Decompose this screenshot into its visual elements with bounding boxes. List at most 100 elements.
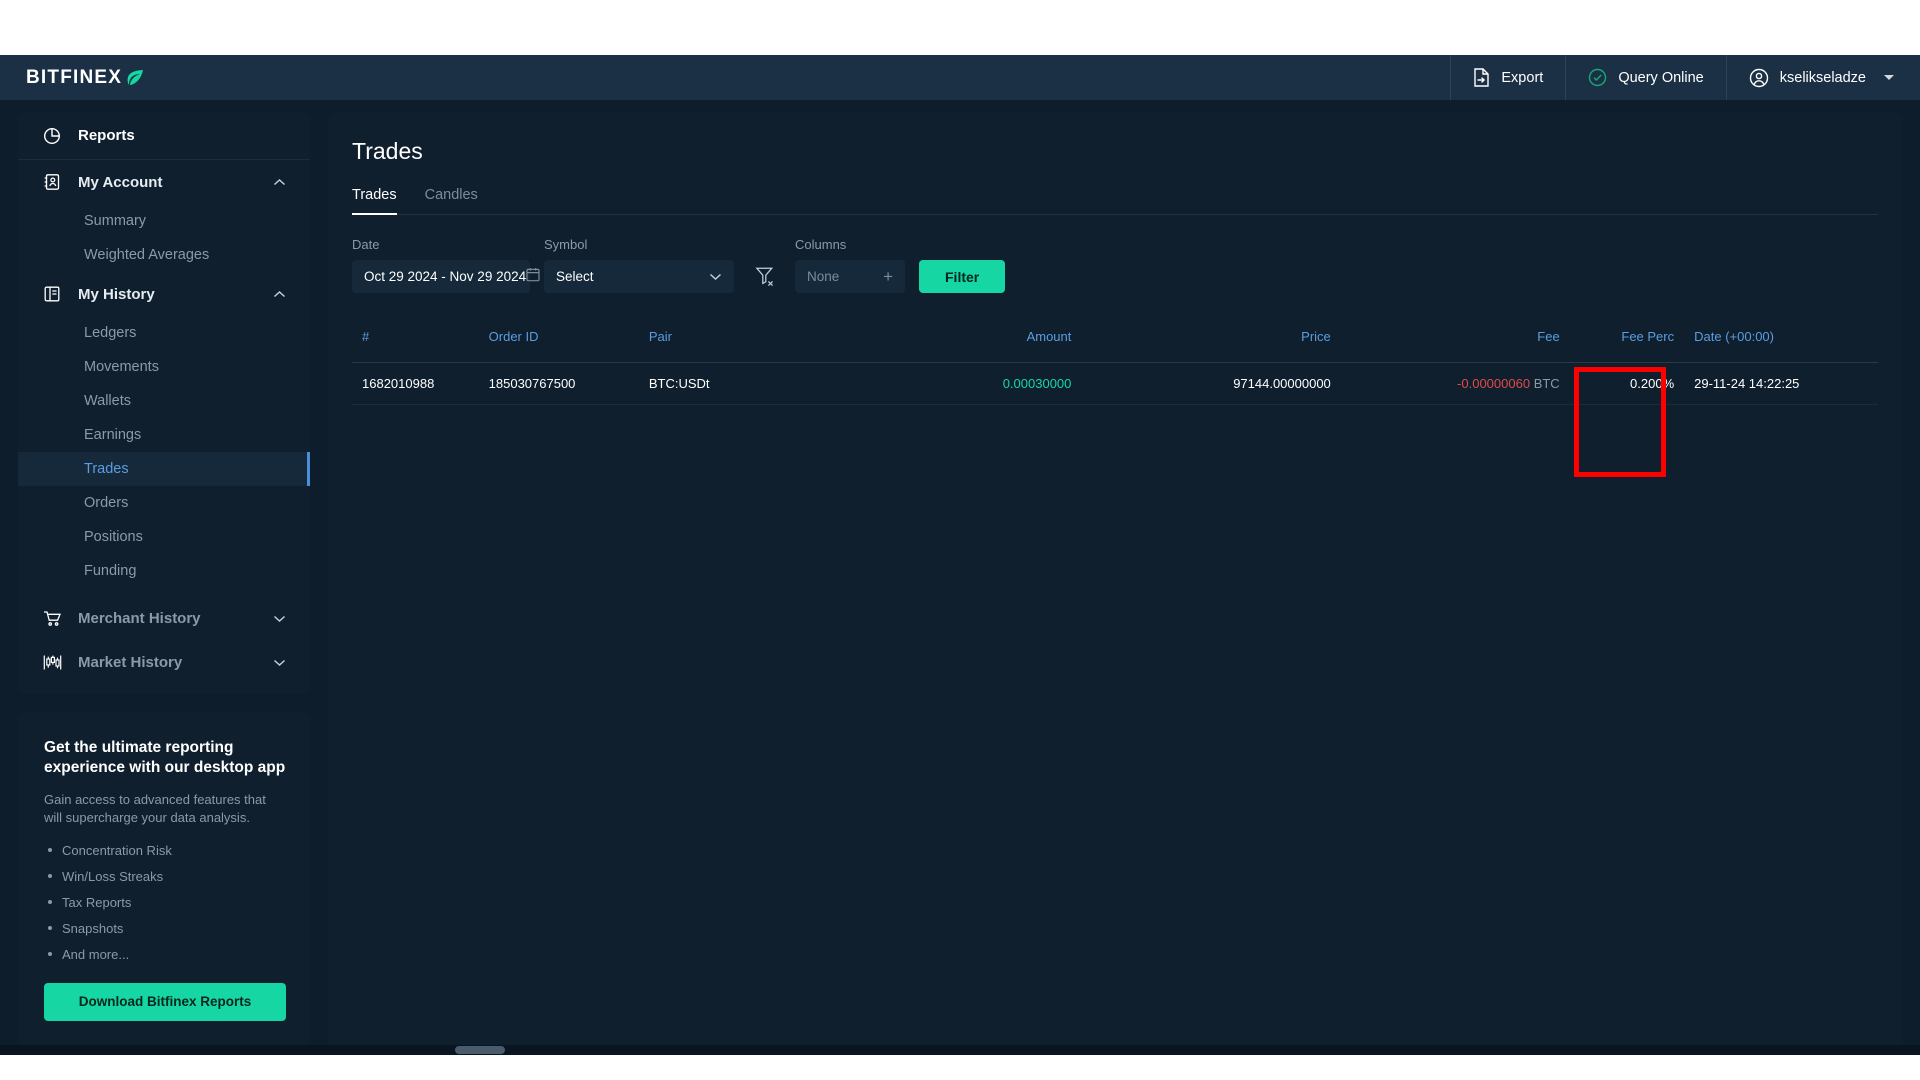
columns-filter-label: Columns xyxy=(795,237,847,252)
col-fee[interactable]: Fee xyxy=(1340,319,1570,363)
col-date[interactable]: Date (+00:00) xyxy=(1684,319,1878,363)
main-panel: Trades Trades Candles Date Oct 29 2024 -… xyxy=(328,112,1902,1055)
top-header-bar: BITFINEX Export Query Online kselikselad… xyxy=(0,55,1920,100)
sidebar-item-wallets[interactable]: Wallets xyxy=(18,384,310,418)
chevron-up-icon xyxy=(273,174,286,191)
sidebar-item-label: Wallets xyxy=(84,393,131,409)
sidebar-group-merchant-history[interactable]: Merchant History xyxy=(18,596,310,640)
download-bitfinex-reports-button[interactable]: Download Bitfinex Reports xyxy=(44,982,286,1021)
export-label: Export xyxy=(1501,69,1544,86)
sidebar-item-label: Weighted Averages xyxy=(84,247,210,263)
list-item: Tax Reports xyxy=(44,896,286,909)
symbol-filter-label: Symbol xyxy=(544,237,588,252)
trades-table: # Order ID Pair Amount Price Fee Fee Per… xyxy=(352,319,1878,405)
sidebar-item-funding[interactable]: Funding xyxy=(18,554,310,588)
query-online-label: Query Online xyxy=(1618,69,1704,86)
sidebar-item-label: Ledgers xyxy=(84,325,137,341)
cell-index: 1682010988 xyxy=(352,362,479,405)
leaf-icon xyxy=(126,69,144,87)
tab-trades[interactable]: Trades xyxy=(352,187,397,215)
col-order-id[interactable]: Order ID xyxy=(478,319,639,363)
sidebar-group-my-account[interactable]: My Account xyxy=(18,160,310,204)
query-online-button[interactable]: Query Online xyxy=(1565,55,1725,100)
sidebar-item-label: Positions xyxy=(84,529,143,545)
header-actions: Export Query Online kselikseladze xyxy=(1450,55,1920,100)
pie-chart-icon xyxy=(42,127,62,145)
cell-fee-value: -0.00000060 xyxy=(1457,376,1531,391)
account-card-icon xyxy=(42,173,62,191)
col-price[interactable]: Price xyxy=(1081,319,1341,363)
calendar-icon xyxy=(526,267,540,287)
sidebar-item-summary[interactable]: Summary xyxy=(18,204,310,238)
filter-clear-icon[interactable] xyxy=(748,260,781,293)
sidebar-item-label: Movements xyxy=(84,359,159,375)
list-item: And more... xyxy=(44,948,286,961)
sidebar-item-earnings[interactable]: Earnings xyxy=(18,418,310,452)
symbol-select[interactable]: Select xyxy=(544,260,734,293)
symbol-select-value: Select xyxy=(556,269,594,284)
tab-candles[interactable]: Candles xyxy=(425,187,478,214)
date-range-input[interactable]: Oct 29 2024 - Nov 29 2024 xyxy=(352,260,540,293)
sidebar-merchant-history-label: Merchant History xyxy=(78,609,201,627)
sidebar-my-account-label: My Account xyxy=(78,173,163,191)
chevron-up-icon xyxy=(273,286,286,303)
sidebar-item-orders[interactable]: Orders xyxy=(18,486,310,520)
col-index[interactable]: # xyxy=(352,319,479,363)
cell-price: 97144.00000000 xyxy=(1081,362,1341,405)
table-row[interactable]: 1682010988 185030767500 BTC:USDt 0.00030… xyxy=(352,362,1878,405)
date-range-value: Oct 29 2024 - Nov 29 2024 xyxy=(364,269,527,284)
horizontal-scrollbar[interactable] xyxy=(0,1045,1920,1055)
sidebar-item-ledgers[interactable]: Ledgers xyxy=(18,316,310,350)
cell-pair: BTC:USDt xyxy=(638,362,822,405)
chevron-down-icon xyxy=(273,610,286,627)
chevron-down-icon xyxy=(273,654,286,671)
columns-filter-group: Columns None + xyxy=(795,237,905,293)
col-amount[interactable]: Amount xyxy=(821,319,1082,363)
check-circle-icon xyxy=(1588,68,1607,87)
app-root: BITFINEX Export Query Online kselikselad… xyxy=(0,55,1920,1055)
col-pair[interactable]: Pair xyxy=(638,319,822,363)
columns-select-value: None xyxy=(807,269,840,284)
sidebar: Reports My Account Summary Weighted Aver… xyxy=(18,112,310,1055)
list-item: Win/Loss Streaks xyxy=(44,870,286,883)
desktop-app-promo-card: Get the ultimate reporting experience wi… xyxy=(18,712,310,1047)
cell-amount: 0.00030000 xyxy=(821,362,1082,405)
cell-date: 29-11-24 14:22:25 xyxy=(1684,362,1878,405)
filter-button[interactable]: Filter xyxy=(919,260,1006,293)
columns-select[interactable]: None + xyxy=(795,260,905,293)
promo-feature-list: Concentration Risk Win/Loss Streaks Tax … xyxy=(44,844,286,961)
user-menu-button[interactable]: kselikseladze xyxy=(1725,55,1920,100)
date-filter-group: Date Oct 29 2024 - Nov 29 2024 xyxy=(352,237,540,293)
page-title: Trades xyxy=(352,138,423,164)
sidebar-item-movements[interactable]: Movements xyxy=(18,350,310,384)
user-circle-icon xyxy=(1749,68,1769,88)
cell-fee-unit: BTC xyxy=(1533,376,1560,391)
scrollbar-thumb[interactable] xyxy=(455,1046,505,1054)
sidebar-my-history-label: My History xyxy=(78,285,155,303)
sidebar-item-reports[interactable]: Reports xyxy=(18,112,310,160)
sidebar-item-weighted-averages[interactable]: Weighted Averages xyxy=(18,238,310,272)
list-item: Concentration Risk xyxy=(44,844,286,857)
cell-fee: -0.00000060 BTC xyxy=(1340,362,1570,405)
sidebar-item-label: Funding xyxy=(84,563,137,579)
promo-title: Get the ultimate reporting experience wi… xyxy=(44,739,286,777)
candlestick-icon xyxy=(42,654,62,671)
table-header: # Order ID Pair Amount Price Fee Fee Per… xyxy=(352,319,1878,363)
chevron-down-icon xyxy=(1884,75,1894,80)
sidebar-item-trades[interactable]: Trades xyxy=(18,452,310,486)
list-item: Snapshots xyxy=(44,922,286,935)
chevron-down-icon xyxy=(709,268,722,286)
sidebar-market-history-label: Market History xyxy=(78,653,183,671)
filter-bar: Date Oct 29 2024 - Nov 29 2024 Symbol Se… xyxy=(352,237,1878,293)
file-export-icon xyxy=(1473,68,1490,87)
bitfinex-logo[interactable]: BITFINEX xyxy=(26,67,144,89)
export-button[interactable]: Export xyxy=(1450,55,1565,100)
table-body: 1682010988 185030767500 BTC:USDt 0.00030… xyxy=(352,362,1878,405)
sidebar-group-my-history[interactable]: My History xyxy=(18,272,310,316)
sidebar-group-market-history[interactable]: Market History xyxy=(18,640,310,684)
plus-icon: + xyxy=(883,267,893,286)
body-wrapper: Reports My Account Summary Weighted Aver… xyxy=(0,100,1920,1055)
col-fee-perc[interactable]: Fee Perc xyxy=(1569,319,1685,363)
sidebar-item-label: Earnings xyxy=(84,427,142,443)
sidebar-item-positions[interactable]: Positions xyxy=(18,520,310,554)
